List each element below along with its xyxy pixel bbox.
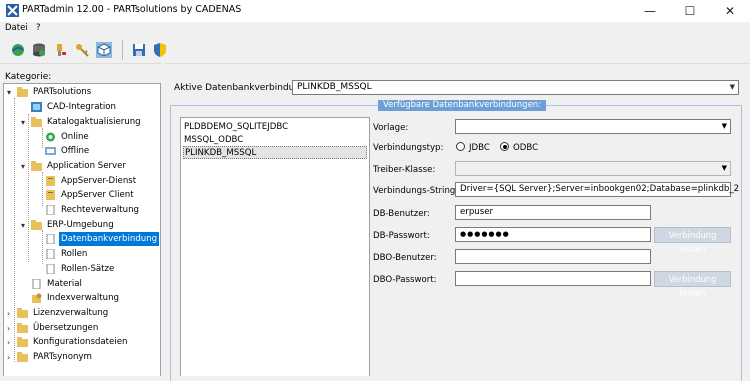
close-button[interactable]: ✕: [710, 0, 750, 22]
document-icon: [46, 264, 55, 274]
kategorie-label: Kategorie:: [5, 72, 52, 82]
folder-icon: [17, 308, 28, 318]
active-connection-label: Aktive Datenbankverbindung:: [174, 83, 309, 93]
dbo-passwort-field[interactable]: [455, 271, 651, 286]
app-icon: [6, 4, 19, 17]
tree-label: ERP-Umgebung: [47, 220, 114, 230]
server-icon: [46, 190, 55, 200]
category-tree[interactable]: ▾ PARTsolutions CAD-Integration ▾ Katalo…: [3, 83, 161, 376]
menu-bar: [0, 22, 750, 36]
active-connection-value: PLINKDB_MSSQL: [297, 82, 372, 92]
tree-label: Material: [47, 279, 82, 289]
tree-label: Rollen: [61, 249, 88, 259]
tree-label: Lizenzverwaltung: [33, 308, 109, 318]
test-dbo-connection-button[interactable]: Verbindung testen: [654, 271, 731, 298]
tree-label: Konfigurationsdateien: [33, 337, 128, 347]
menu-help[interactable]: ?: [36, 23, 41, 33]
folder-icon: [17, 337, 28, 347]
folder-icon: [31, 220, 42, 230]
document-icon: [46, 205, 55, 215]
odbc-radio[interactable]: [500, 142, 509, 151]
shield-icon[interactable]: [152, 42, 168, 58]
document-icon: [32, 279, 41, 289]
tree-label: Datenbankverbindung: [59, 232, 160, 246]
chevron-down-icon: ▼: [729, 83, 735, 91]
toolbar-separator: [122, 40, 123, 60]
document-icon: [46, 234, 55, 244]
index-icon: [32, 293, 42, 303]
document-icon: [46, 249, 55, 259]
save-icon[interactable]: [131, 42, 147, 58]
tree-label: AppServer-Dienst: [61, 176, 137, 186]
folder-icon: [17, 352, 28, 362]
db-benutzer-field[interactable]: erpuser: [455, 205, 651, 220]
dbo-passwort-label: DBO-Passwort:: [373, 275, 437, 285]
window-title: PARTadmin 12.00 - PARTsolutions by CADEN…: [22, 4, 242, 15]
verbindungstyp-label: Verbindungstyp:: [373, 143, 444, 153]
tree-label: Übersetzungen: [33, 323, 99, 333]
tree-label: Offline: [61, 146, 90, 156]
database-stack-icon[interactable]: [31, 42, 47, 58]
jdbc-label: JDBC: [469, 143, 490, 153]
test-connection-button[interactable]: Verbindung testen: [654, 227, 731, 254]
tree-label: Rollen-Sätze: [61, 264, 115, 274]
tree-label: PARTsolutions: [33, 87, 92, 97]
folder-icon: [31, 161, 42, 171]
verbindungs-string-field[interactable]: Driver={SQL Server};Server=inbookgen02;D…: [455, 182, 739, 197]
tree-label: PARTsynonym: [33, 352, 92, 362]
odbc-label: ODBC: [513, 143, 539, 153]
db-passwort-label: DB-Passwort:: [373, 231, 430, 241]
cad-integration-icon: [31, 102, 42, 112]
folder-icon: [17, 87, 28, 97]
green-sphere-icon[interactable]: [10, 42, 26, 58]
usb-key-icon[interactable]: [52, 42, 68, 58]
offline-icon: [45, 147, 56, 155]
folder-icon: [17, 323, 28, 333]
tree-label: Rechteverwaltung: [61, 205, 140, 215]
tree-label: Online: [61, 132, 89, 142]
server-icon: [46, 176, 55, 186]
tree-label: CAD-Integration: [47, 102, 116, 112]
connection-list[interactable]: PLDBDEMO_SQLITEJDBC MSSQL_ODBC PLINKDB_M…: [180, 117, 370, 376]
maximize-button[interactable]: ☐: [670, 0, 710, 22]
verbindungs-string-label: Verbindungs-String:: [373, 186, 459, 196]
cube-icon[interactable]: [96, 42, 112, 58]
online-icon: [46, 132, 55, 142]
vorlage-label: Vorlage:: [373, 123, 409, 133]
folder-icon: [31, 117, 42, 127]
tree-label: Application Server: [47, 161, 126, 171]
jdbc-radio[interactable]: [456, 142, 465, 151]
tree-label: Katalogaktualisierung: [47, 117, 141, 127]
keys-icon[interactable]: [74, 42, 90, 58]
db-passwort-field[interactable]: ●●●●●●●: [455, 227, 651, 242]
dbo-benutzer-field[interactable]: [455, 249, 651, 264]
minimize-button[interactable]: —: [630, 0, 670, 22]
vorlage-dropdown[interactable]: ▼: [455, 119, 731, 134]
active-connection-dropdown[interactable]: PLINKDB_MSSQL ▼: [292, 80, 739, 95]
treiber-klasse-label: Treiber-Klasse:: [373, 165, 436, 175]
list-item[interactable]: PLDBDEMO_SQLITEJDBC: [184, 121, 366, 134]
db-benutzer-label: DB-Benutzer:: [373, 209, 430, 219]
chevron-down-icon: ▼: [721, 164, 727, 172]
toolbar: [0, 37, 750, 64]
menu-datei[interactable]: Datei: [5, 23, 28, 33]
chevron-down-icon: ▼: [721, 122, 727, 130]
panel-splitter[interactable]: [161, 63, 165, 375]
tree-label: Indexverwaltung: [47, 293, 119, 303]
connections-group-title: Verfügbare Datenbankverbindungen:: [378, 100, 547, 111]
dbo-benutzer-label: DBO-Benutzer:: [373, 253, 437, 263]
list-item-selected[interactable]: PLINKDB_MSSQL: [183, 146, 367, 159]
tree-label: AppServer Client: [61, 190, 134, 200]
treiber-klasse-dropdown[interactable]: ▼: [455, 161, 731, 176]
